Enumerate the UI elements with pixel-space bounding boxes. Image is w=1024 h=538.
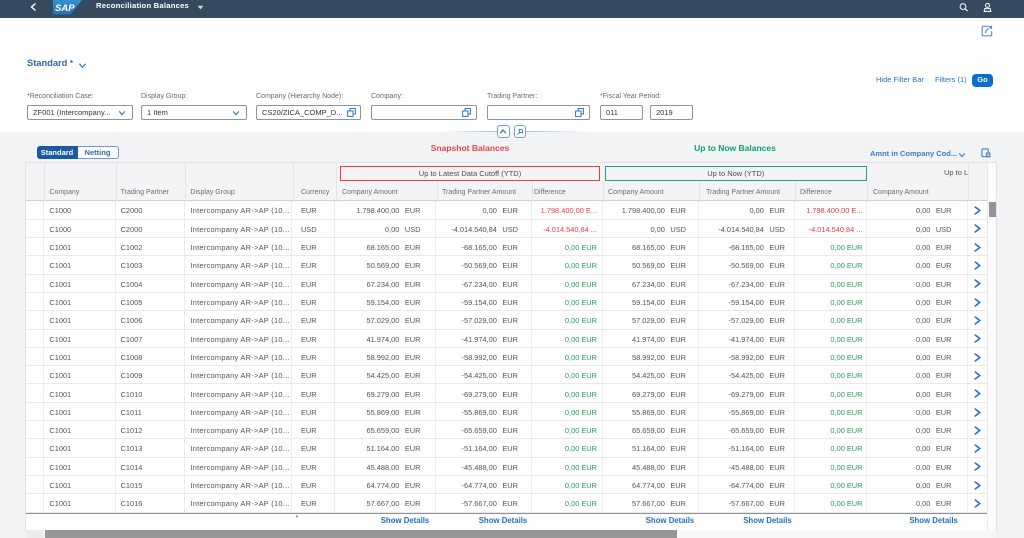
svg-text:SAP: SAP	[55, 3, 75, 14]
